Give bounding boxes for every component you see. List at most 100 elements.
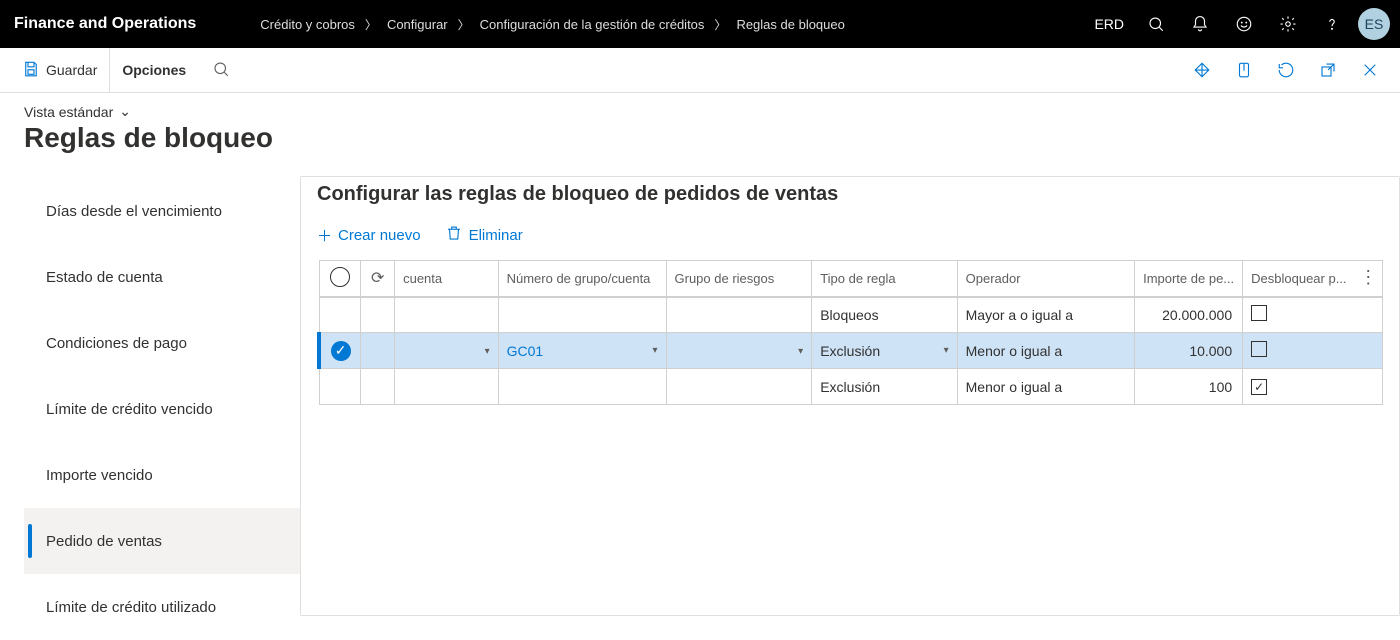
row-ref-cell[interactable]	[361, 297, 395, 333]
unlock-checkbox[interactable]	[1251, 341, 1267, 357]
nav-label: Pedido de ventas	[46, 533, 162, 550]
help-icon[interactable]	[1310, 0, 1354, 48]
col-more[interactable]: ⋮	[1355, 261, 1383, 297]
delete-label: Eliminar	[469, 227, 523, 244]
search-icon[interactable]	[1134, 0, 1178, 48]
panel-title: Configurar las reglas de bloqueo de pedi…	[301, 177, 1399, 220]
nav-item-payment-terms[interactable]: Condiciones de pago	[24, 310, 300, 376]
cell-ruletype[interactable]: Exclusión ▾	[812, 333, 957, 369]
cell-account[interactable]	[395, 297, 499, 333]
row-select-cell[interactable]	[319, 369, 361, 405]
cell-amount[interactable]: 20.000.000	[1135, 297, 1243, 333]
nav-label: Importe vencido	[46, 467, 153, 484]
chevron-down-icon[interactable]: ▾	[944, 345, 949, 356]
col-risk[interactable]: Grupo de riesgos	[666, 261, 812, 297]
col-amount[interactable]: Importe de pe...	[1135, 261, 1243, 297]
cell-group[interactable]	[498, 297, 666, 333]
new-button[interactable]: ＋ Crear nuevo	[317, 224, 421, 246]
unlock-checkbox[interactable]	[1251, 379, 1267, 395]
view-label: Vista estándar	[24, 104, 113, 120]
plus-icon: ＋	[317, 225, 332, 246]
chevron-right-icon: 〉	[456, 16, 472, 33]
cell-group[interactable]: GC01 ▾	[498, 333, 666, 369]
cell-operator[interactable]: Menor o igual a	[957, 369, 1134, 405]
delete-button[interactable]: Eliminar	[445, 224, 523, 246]
cell-amount[interactable]: 100	[1135, 369, 1243, 405]
app-title: Finance and Operations	[14, 15, 216, 33]
cell-account[interactable]	[395, 369, 499, 405]
cell-operator[interactable]: Mayor a o igual a	[957, 297, 1134, 333]
actionbar-right	[1182, 48, 1390, 93]
table-row[interactable]: Bloqueos Mayor a o igual a 20.000.000	[319, 297, 1383, 333]
breadcrumb-item[interactable]: Reglas de bloqueo	[732, 17, 848, 32]
action-search[interactable]	[212, 60, 400, 81]
col-refresh[interactable]: ⟳	[361, 261, 395, 297]
options-button[interactable]: Opciones	[109, 48, 198, 93]
col-operator[interactable]: Operador	[957, 261, 1134, 297]
cell-group[interactable]	[498, 369, 666, 405]
unlock-checkbox[interactable]	[1251, 305, 1267, 321]
cell-risk[interactable]	[666, 369, 812, 405]
cell-risk[interactable]	[666, 297, 812, 333]
action-bar: Guardar Opciones	[0, 48, 1400, 93]
breadcrumb: Crédito y cobros 〉 Configurar 〉 Configur…	[256, 16, 1084, 33]
nav-item-credit-limit-expired[interactable]: Límite de crédito vencido	[24, 376, 300, 442]
nav-item-credit-limit-used[interactable]: Límite de crédito utilizado	[24, 574, 300, 640]
breadcrumb-item[interactable]: Configuración de la gestión de créditos	[476, 17, 709, 32]
row-select-cell[interactable]: ✓	[319, 333, 361, 369]
chevron-right-icon: 〉	[712, 16, 728, 33]
gear-icon[interactable]	[1266, 0, 1310, 48]
rules-grid: ⟳ cuenta Número de grupo/cuenta Grupo de…	[317, 260, 1383, 405]
refresh-icon[interactable]	[1266, 48, 1306, 93]
select-all-radio[interactable]	[330, 267, 350, 287]
nav-label: Límite de crédito vencido	[46, 401, 213, 418]
main-area: Configurar las reglas de bloqueo de pedi…	[300, 162, 1400, 640]
row-ref-cell[interactable]	[361, 369, 395, 405]
save-button[interactable]: Guardar	[10, 48, 109, 93]
cell-group-value: GC01	[507, 343, 544, 359]
nav-item-days-overdue[interactable]: Días desde el vencimiento	[24, 178, 300, 244]
close-icon[interactable]	[1350, 48, 1390, 93]
col-select[interactable]	[319, 261, 361, 297]
popout-icon[interactable]	[1308, 48, 1348, 93]
smile-icon[interactable]	[1222, 0, 1266, 48]
avatar[interactable]: ES	[1358, 8, 1390, 40]
cell-unlock[interactable]	[1243, 369, 1383, 405]
nav-item-overdue-amount[interactable]: Importe vencido	[24, 442, 300, 508]
chevron-down-icon[interactable]: ▾	[485, 346, 490, 357]
breadcrumb-item[interactable]: Crédito y cobros	[256, 17, 359, 32]
col-ruletype[interactable]: Tipo de regla	[812, 261, 957, 297]
table-row[interactable]: Exclusión Menor o igual a 100	[319, 369, 1383, 405]
cell-operator[interactable]: Menor o igual a	[957, 333, 1134, 369]
options-label: Opciones	[122, 62, 186, 78]
view-selector[interactable]: Vista estándar ⌄	[24, 103, 1376, 120]
bell-icon[interactable]	[1178, 0, 1222, 48]
cell-risk[interactable]: ▾	[666, 333, 812, 369]
action-search-input[interactable]	[240, 61, 400, 79]
attach-icon[interactable]	[1224, 48, 1264, 93]
cell-ruletype[interactable]: Exclusión	[812, 369, 957, 405]
cell-ruletype-value: Exclusión	[820, 343, 880, 359]
cell-unlock[interactable]	[1243, 333, 1383, 369]
table-row[interactable]: ✓ ▾ GC01 ▾ ▾ Exclusión ▾ Menor o igual a 1…	[319, 333, 1383, 369]
nav-item-sales-order[interactable]: Pedido de ventas	[24, 508, 300, 574]
col-group[interactable]: Número de grupo/cuenta	[498, 261, 666, 297]
row-ref-cell[interactable]	[361, 333, 395, 369]
col-unlock[interactable]: Desbloquear p...	[1243, 261, 1355, 297]
panel: Configurar las reglas de bloqueo de pedi…	[300, 176, 1400, 616]
col-account[interactable]: cuenta	[395, 261, 499, 297]
company-code[interactable]: ERD	[1084, 16, 1134, 32]
nav-item-account-status[interactable]: Estado de cuenta	[24, 244, 300, 310]
row-select-cell[interactable]	[319, 297, 361, 333]
chevron-down-icon[interactable]: ▾	[652, 345, 657, 356]
diamond-icon[interactable]	[1182, 48, 1222, 93]
cell-ruletype[interactable]: Bloqueos	[812, 297, 957, 333]
grid-header-row: ⟳ cuenta Número de grupo/cuenta Grupo de…	[319, 261, 1383, 297]
cell-amount[interactable]: 10.000	[1135, 333, 1243, 369]
chevron-down-icon[interactable]: ▾	[798, 346, 803, 357]
breadcrumb-item[interactable]: Configurar	[383, 17, 452, 32]
cell-account[interactable]: ▾	[395, 333, 499, 369]
cell-unlock[interactable]	[1243, 297, 1383, 333]
left-nav: Días desde el vencimiento Estado de cuen…	[24, 162, 300, 640]
row-selected-icon[interactable]: ✓	[331, 341, 351, 361]
